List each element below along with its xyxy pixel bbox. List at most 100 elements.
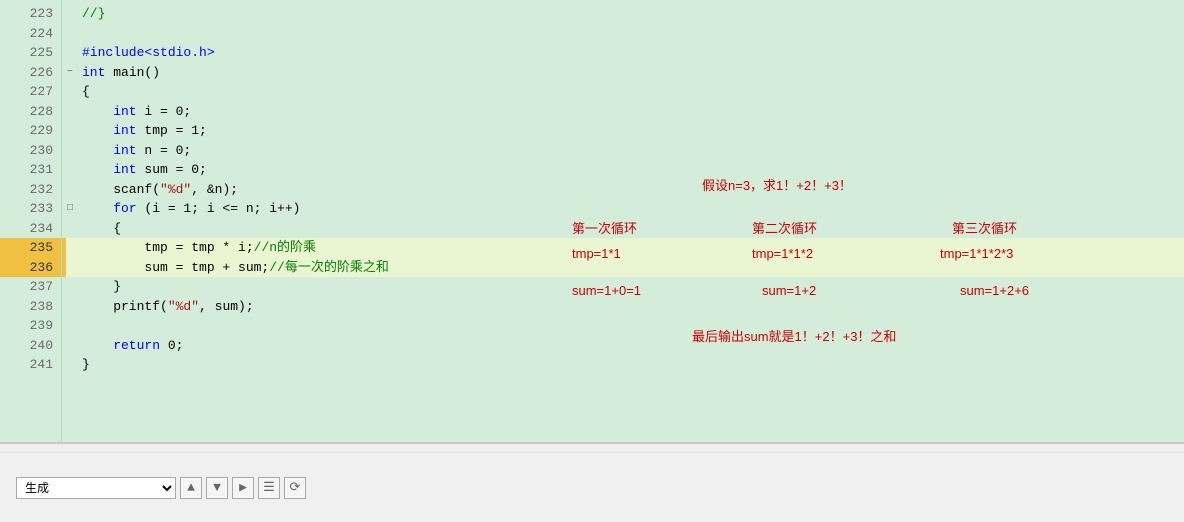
code-line-223: //}: [62, 4, 1184, 24]
code-line-224: [62, 24, 1184, 44]
code-token: {: [82, 221, 121, 236]
line-num-239: 239: [0, 316, 61, 336]
code-token: }: [82, 357, 90, 372]
code-text: return 0;: [78, 336, 1184, 356]
code-text: int tmp = 1;: [78, 121, 1184, 141]
code-line-241: }: [62, 355, 1184, 375]
code-token: //每一次的阶乘之和: [269, 260, 389, 275]
code-token: tmp = tmp * i;: [82, 240, 254, 255]
code-token: (i = 1; i <= n; i++): [144, 201, 300, 216]
code-line-226: −int main(): [62, 63, 1184, 83]
code-line-235: tmp = tmp * i;//n的阶乘: [62, 238, 1184, 258]
code-text: tmp = tmp * i;//n的阶乘: [78, 238, 1184, 258]
code-text: {: [78, 82, 1184, 102]
toolbar-btn-3[interactable]: ▶: [232, 477, 254, 499]
line-num-231: 231: [0, 160, 61, 180]
code-token: sum = tmp + sum;: [82, 260, 269, 275]
code-line-228: int i = 0;: [62, 102, 1184, 122]
code-text: scanf("%d", &n);: [78, 180, 1184, 200]
line-num-230: 230: [0, 141, 61, 161]
bottom-panel: 生成 ▲ ▼ ▶ ☰ ⟳: [0, 442, 1184, 522]
code-text: printf("%d", sum);: [78, 297, 1184, 317]
line-num-238: 238: [0, 297, 61, 317]
line-num-229: 229: [0, 121, 61, 141]
code-token: tmp = 1;: [144, 123, 206, 138]
code-token: n = 0;: [144, 143, 191, 158]
code-token: main(): [113, 65, 160, 80]
line-num-233: 233: [0, 199, 61, 219]
line-num-237: 237: [0, 277, 61, 297]
code-text: }: [78, 355, 1184, 375]
code-token: 0;: [168, 338, 184, 353]
code-token: int: [82, 123, 144, 138]
code-text: }: [78, 277, 1184, 297]
line-marker: [62, 258, 66, 278]
output-source-select[interactable]: 生成: [16, 477, 176, 499]
code-line-239: [62, 316, 1184, 336]
code-token: scanf(: [82, 182, 160, 197]
code-content: //}#include<stdio.h>−int main(){ int i =…: [62, 0, 1184, 442]
code-token: int: [82, 162, 144, 177]
code-line-238: printf("%d", sum);: [62, 297, 1184, 317]
toolbar-btn-4[interactable]: ☰: [258, 477, 280, 499]
line-num-232: 232: [0, 180, 61, 200]
code-text: for (i = 1; i <= n; i++): [78, 199, 1184, 219]
code-token: return: [82, 338, 168, 353]
line-num-226: 226: [0, 63, 61, 83]
code-token: //}: [82, 6, 105, 21]
line-num-240: 240: [0, 336, 61, 356]
line-num-234: 234: [0, 219, 61, 239]
code-token: , &n);: [191, 182, 238, 197]
code-line-227: {: [62, 82, 1184, 102]
code-text: {: [78, 219, 1184, 239]
fold-button[interactable]: −: [67, 63, 73, 83]
fold-gutter[interactable]: □: [62, 199, 78, 219]
code-token: sum = 0;: [144, 162, 206, 177]
code-text: int i = 0;: [78, 102, 1184, 122]
code-text: int main(): [78, 63, 1184, 83]
code-line-240: return 0;: [62, 336, 1184, 356]
code-token: //n的阶乘: [254, 240, 316, 255]
fold-gutter[interactable]: −: [62, 63, 78, 83]
line-num-241: 241: [0, 355, 61, 375]
code-token: int: [82, 143, 144, 158]
code-token: #include<stdio.h>: [82, 45, 215, 60]
code-line-234: {: [62, 219, 1184, 239]
code-token: "%d": [168, 299, 199, 314]
line-num-224: 224: [0, 24, 61, 44]
line-num-235: 235: [0, 238, 61, 258]
code-token: {: [82, 84, 90, 99]
code-line-232: scanf("%d", &n);: [62, 180, 1184, 200]
code-text: sum = tmp + sum;//每一次的阶乘之和: [78, 258, 1184, 278]
code-text: int sum = 0;: [78, 160, 1184, 180]
toolbar-btn-5[interactable]: ⟳: [284, 477, 306, 499]
code-token: int: [82, 104, 144, 119]
line-marker: [62, 238, 66, 258]
code-line-229: int tmp = 1;: [62, 121, 1184, 141]
line-num-236: 236: [0, 258, 61, 278]
code-text: int n = 0;: [78, 141, 1184, 161]
code-editor: 2232242252262272282292302312322332342352…: [0, 0, 1184, 442]
code-token: int: [82, 65, 113, 80]
toolbar-btn-1[interactable]: ▲: [180, 477, 202, 499]
code-text: //}: [78, 4, 1184, 24]
code-line-225: #include<stdio.h>: [62, 43, 1184, 63]
code-line-236: sum = tmp + sum;//每一次的阶乘之和: [62, 258, 1184, 278]
code-line-233: □ for (i = 1; i <= n; i++): [62, 199, 1184, 219]
code-line-237: }: [62, 277, 1184, 297]
code-token: }: [82, 279, 121, 294]
code-line-231: int sum = 0;: [62, 160, 1184, 180]
code-token: printf(: [82, 299, 168, 314]
line-num-228: 228: [0, 102, 61, 122]
line-numbers: 2232242252262272282292302312322332342352…: [0, 0, 62, 442]
toolbar-btn-2[interactable]: ▼: [206, 477, 228, 499]
line-num-225: 225: [0, 43, 61, 63]
output-title: [0, 444, 1184, 453]
line-num-223: 223: [0, 4, 61, 24]
fold-button[interactable]: □: [67, 199, 73, 219]
code-token: for: [82, 201, 144, 216]
code-text: #include<stdio.h>: [78, 43, 1184, 63]
code-line-230: int n = 0;: [62, 141, 1184, 161]
code-token: "%d": [160, 182, 191, 197]
code-token: , sum);: [199, 299, 254, 314]
